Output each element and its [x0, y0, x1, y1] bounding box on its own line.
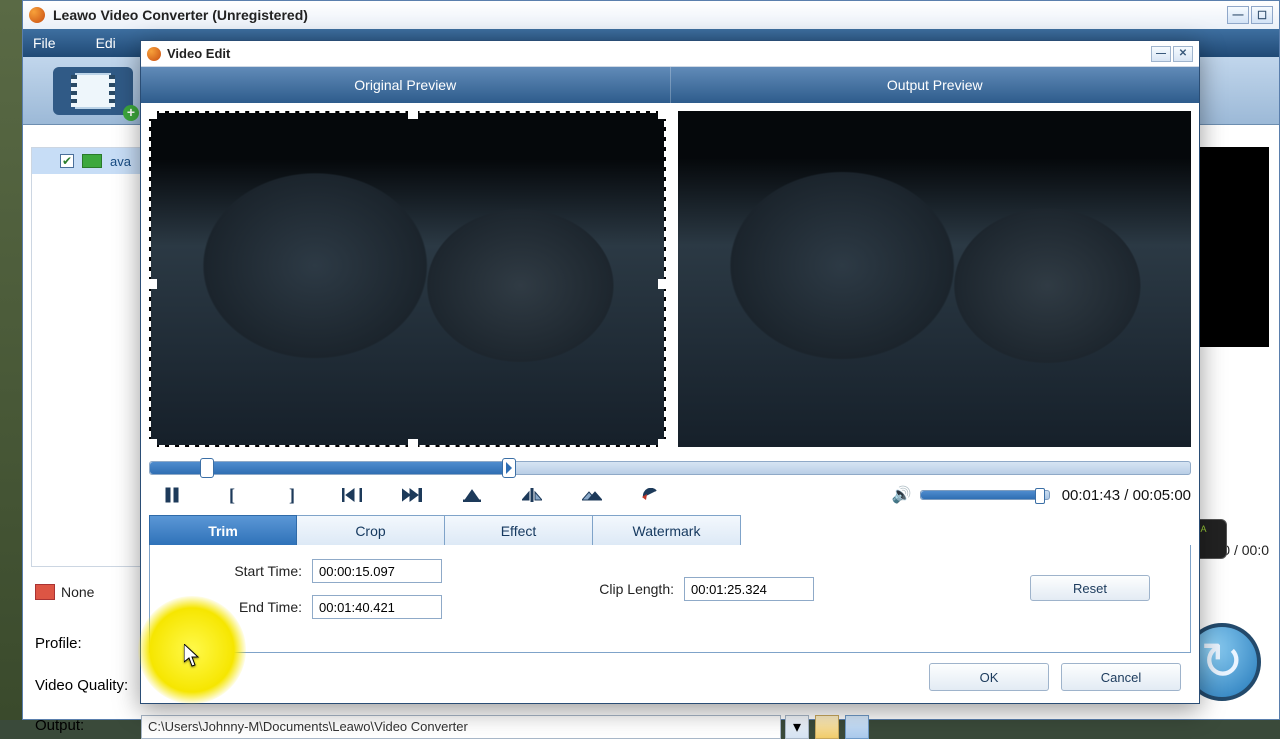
time-display: 00:01:43 / 00:05:00 — [1062, 487, 1191, 504]
playback-controls: [ ] 🔊 00:01:43 / 00:05:00 — [141, 477, 1199, 513]
browse-folder-button[interactable] — [815, 715, 839, 739]
preview-header: Original Preview Output Preview — [141, 67, 1199, 103]
output-preview-label: Output Preview — [670, 67, 1200, 103]
film-icon — [75, 73, 111, 109]
trim-panel: Start Time: End Time: Clip Length: Reset — [149, 545, 1191, 653]
reset-button[interactable]: Reset — [1030, 575, 1150, 601]
plus-icon: + — [123, 105, 139, 121]
checkbox-icon[interactable]: ✔ — [60, 154, 74, 168]
edit-tabs: Trim Crop Effect Watermark — [149, 515, 1191, 545]
flip-vertical-button[interactable] — [569, 482, 615, 508]
set-start-button[interactable]: [ — [209, 482, 255, 508]
trim-start-handle[interactable] — [200, 458, 214, 478]
snapshot-button[interactable] — [449, 482, 495, 508]
video-frame — [678, 111, 1191, 447]
open-folder-button[interactable] — [845, 715, 869, 739]
clip-length-input[interactable] — [684, 577, 814, 601]
side-time-counter: 0 / 00:0 — [1222, 542, 1269, 558]
menu-file[interactable]: File — [33, 35, 56, 51]
tab-trim[interactable]: Trim — [149, 515, 297, 545]
volume-icon[interactable]: 🔊 — [892, 485, 912, 505]
output-path-dropdown[interactable]: ▾ — [785, 715, 809, 739]
crop-handle[interactable] — [658, 109, 668, 119]
crop-handle[interactable] — [147, 109, 157, 119]
end-time-label: End Time: — [206, 599, 302, 615]
playhead-handle[interactable] — [502, 458, 516, 478]
timeline-slider[interactable] — [149, 461, 1191, 475]
flip-horizontal-button[interactable] — [509, 482, 555, 508]
dialog-close-button[interactable]: ✕ — [1173, 46, 1193, 62]
crop-handle[interactable] — [658, 279, 668, 289]
crop-handle[interactable] — [147, 439, 157, 449]
original-preview-label: Original Preview — [141, 67, 670, 103]
video-frame — [151, 113, 664, 445]
tab-effect[interactable]: Effect — [445, 515, 593, 545]
clip-length-label: Clip Length: — [574, 581, 674, 597]
title-bar[interactable]: Leawo Video Converter (Unregistered) — ☐ — [23, 1, 1279, 29]
subtitle-badge-icon — [35, 584, 55, 600]
start-time-label: Start Time: — [206, 563, 302, 579]
app-icon — [29, 7, 45, 23]
subtitle-row[interactable]: None — [35, 579, 94, 605]
tab-watermark[interactable]: Watermark — [593, 515, 741, 545]
app-title: Leawo Video Converter (Unregistered) — [53, 7, 308, 23]
video-quality-label: Video Quality: — [35, 677, 128, 694]
crop-handle[interactable] — [658, 439, 668, 449]
crop-handle[interactable] — [147, 279, 157, 289]
thumbnail-icon — [82, 154, 102, 168]
video-edit-dialog: Video Edit — ✕ Original Preview Output P… — [140, 40, 1200, 704]
ok-button[interactable]: OK — [929, 663, 1049, 691]
file-name: ava — [110, 154, 131, 169]
start-time-input[interactable] — [312, 559, 442, 583]
set-end-button[interactable]: ] — [269, 482, 315, 508]
dialog-title: Video Edit — [167, 46, 230, 61]
volume-thumb[interactable] — [1035, 488, 1045, 504]
profile-label: Profile: — [35, 635, 82, 652]
tab-crop[interactable]: Crop — [297, 515, 445, 545]
dialog-title-bar[interactable]: Video Edit — ✕ — [141, 41, 1199, 67]
output-path-field[interactable]: C:\Users\Johnny-M\Documents\Leawo\Video … — [141, 715, 781, 739]
menu-edit[interactable]: Edi — [96, 35, 116, 51]
crop-handle[interactable] — [408, 109, 418, 119]
add-video-button[interactable]: + — [53, 67, 133, 115]
maximize-button[interactable]: ☐ — [1251, 6, 1273, 24]
minimize-button[interactable]: — — [1227, 6, 1249, 24]
original-preview[interactable] — [149, 111, 666, 447]
pause-button[interactable] — [149, 482, 195, 508]
dialog-icon — [147, 47, 161, 61]
undo-button[interactable] — [629, 482, 675, 508]
crop-handle[interactable] — [408, 439, 418, 449]
volume-slider[interactable] — [920, 490, 1050, 500]
next-frame-button[interactable] — [389, 482, 435, 508]
prev-frame-button[interactable] — [329, 482, 375, 508]
cancel-button[interactable]: Cancel — [1061, 663, 1181, 691]
end-time-input[interactable] — [312, 595, 442, 619]
output-preview — [678, 111, 1191, 447]
subtitle-value: None — [61, 584, 94, 600]
dialog-minimize-button[interactable]: — — [1151, 46, 1171, 62]
